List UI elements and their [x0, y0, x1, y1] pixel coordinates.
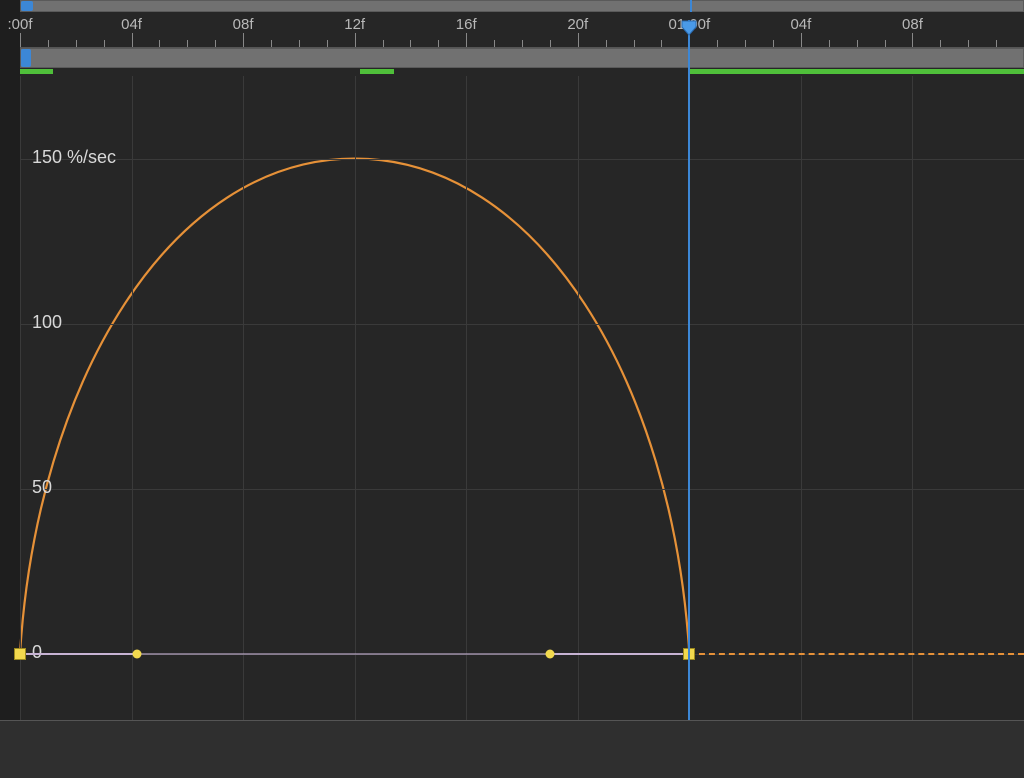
visibility-button[interactable] — [580, 733, 608, 761]
curve-canvas — [20, 76, 1024, 720]
ruler-tick-minor — [968, 40, 969, 47]
ruler-tick-minor — [773, 40, 774, 47]
ruler-tick-minor — [187, 40, 188, 47]
navigator-thumb[interactable] — [21, 1, 33, 11]
bounds-button[interactable] — [664, 733, 692, 761]
bezier-handle[interactable] — [133, 649, 142, 658]
ruler-tick-minor — [550, 40, 551, 47]
graph-type1-button[interactable] — [862, 733, 890, 761]
ruler-label: 20f — [567, 16, 588, 33]
ruler-tick-minor — [606, 40, 607, 47]
layer-segment — [689, 69, 1024, 74]
grid-vertical — [132, 76, 133, 720]
ruler-tick-minor — [48, 40, 49, 47]
show-props-button[interactable] — [622, 733, 650, 761]
ruler-tick-minor — [76, 40, 77, 47]
ruler-label: 16f — [456, 16, 477, 33]
layer-segment — [360, 69, 393, 74]
grid-horizontal — [20, 324, 1024, 325]
ruler-tick-minor — [299, 40, 300, 47]
navigator-playhead-mark — [690, 0, 692, 12]
ruler-tick-minor — [745, 40, 746, 47]
ruler-label: 08f — [902, 16, 923, 33]
ruler-tick-minor — [717, 40, 718, 47]
ruler-tick-minor — [857, 40, 858, 47]
fit-graph-button[interactable] — [820, 733, 848, 761]
timeline-navigator[interactable] — [20, 0, 1024, 12]
grid-horizontal — [20, 159, 1024, 160]
grid-vertical — [801, 76, 802, 720]
ruler-tick-minor — [494, 40, 495, 47]
playhead[interactable] — [688, 20, 690, 720]
y-axis-label: 150 %/sec — [32, 147, 116, 168]
graph-type2-button[interactable] — [904, 733, 932, 761]
ruler-tick-minor — [522, 40, 523, 47]
grid-vertical — [912, 76, 913, 720]
baseline — [20, 653, 689, 655]
ruler-tick-minor — [215, 40, 216, 47]
ruler-tick-minor — [885, 40, 886, 47]
ruler-tick-minor — [104, 40, 105, 47]
bezier-handle[interactable] — [545, 649, 554, 658]
ruler-tick-minor — [383, 40, 384, 47]
ruler-tick-minor — [159, 40, 160, 47]
snap-button[interactable] — [706, 733, 734, 761]
speed-graph[interactable]: 150 %/sec100500 — [20, 76, 1024, 720]
keyframe[interactable] — [14, 648, 26, 660]
ruler-tick-minor — [634, 40, 635, 47]
grid-vertical — [355, 76, 356, 720]
ruler-tick-minor — [940, 40, 941, 47]
layer-segment — [20, 69, 53, 74]
time-ruler[interactable]: :00f04f08f12f16f20f01:00f04f08f — [20, 12, 1024, 48]
left-gutter — [0, 0, 20, 720]
ruler-tick-minor — [410, 40, 411, 47]
grid-vertical — [243, 76, 244, 720]
y-axis-label: 50 — [32, 477, 52, 498]
grid-vertical — [20, 76, 21, 720]
ruler-label: :00f — [7, 16, 32, 33]
grid-vertical — [466, 76, 467, 720]
grid-horizontal — [20, 489, 1024, 490]
ruler-tick-minor — [271, 40, 272, 47]
ruler-label: 04f — [121, 16, 142, 33]
curve-extrapolation — [689, 653, 1024, 655]
ruler-tick-minor — [327, 40, 328, 47]
grid-vertical — [578, 76, 579, 720]
ruler-tick-minor — [438, 40, 439, 47]
playhead-cap-icon[interactable] — [681, 20, 697, 36]
layer-duration-strip — [20, 68, 1024, 76]
ruler-tick-minor — [996, 40, 997, 47]
ruler-label: 12f — [344, 16, 365, 33]
work-area-start-handle[interactable] — [21, 49, 31, 67]
y-axis-label: 100 — [32, 312, 62, 333]
ruler-label: 04f — [790, 16, 811, 33]
ruler-label: 08f — [233, 16, 254, 33]
work-area-bar[interactable] — [20, 48, 1024, 68]
ruler-tick-minor — [829, 40, 830, 47]
graph-editor-toolbar — [0, 720, 1024, 778]
ruler-tick-minor — [661, 40, 662, 47]
